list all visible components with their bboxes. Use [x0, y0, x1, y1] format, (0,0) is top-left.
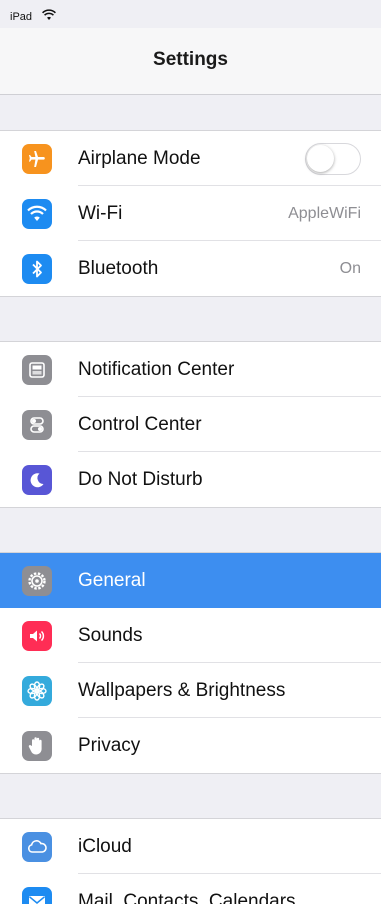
flower-icon: [22, 676, 52, 706]
control-center-icon: [22, 410, 52, 440]
settings-row-wifi[interactable]: Wi-Fi AppleWiFi: [0, 186, 381, 241]
cloud-icon: [22, 832, 52, 862]
settings-group-connectivity: Airplane Mode Wi-Fi AppleWiFi Bluetooth …: [0, 130, 381, 297]
hand-icon: [22, 731, 52, 761]
wifi-icon: [42, 9, 56, 20]
wallpapers-brightness-label: Wallpapers & Brightness: [78, 680, 286, 701]
settings-row-airplane-mode[interactable]: Airplane Mode: [0, 131, 381, 186]
general-label: General: [78, 570, 146, 591]
settings-screen: iPad Settings Airplane Mode Wi-Fi AppleW…: [0, 0, 381, 904]
do-not-disturb-label: Do Not Disturb: [78, 469, 203, 490]
airplane-icon: [22, 144, 52, 174]
control-center-label: Control Center: [78, 414, 202, 435]
settings-row-privacy[interactable]: Privacy: [0, 718, 381, 773]
carrier-label: iPad: [10, 11, 33, 23]
wifi-icon: [22, 199, 52, 229]
settings-row-icloud[interactable]: iCloud: [0, 819, 381, 874]
page-title: Settings: [153, 49, 228, 70]
settings-row-sounds[interactable]: Sounds: [0, 608, 381, 663]
mail-icon: [22, 887, 52, 904]
wifi-label: Wi-Fi: [78, 203, 123, 224]
icloud-label: iCloud: [78, 836, 132, 857]
settings-row-general[interactable]: General: [0, 553, 381, 608]
speaker-icon: [22, 621, 52, 651]
settings-row-control-center[interactable]: Control Center: [0, 397, 381, 452]
privacy-label: Privacy: [78, 735, 141, 756]
navigation-bar: Settings: [0, 28, 381, 95]
settings-row-wallpapers-brightness[interactable]: Wallpapers & Brightness: [0, 663, 381, 718]
settings-group-general: General Sounds Wallpapers & Brightness P…: [0, 552, 381, 774]
settings-row-do-not-disturb[interactable]: Do Not Disturb: [0, 452, 381, 507]
mail-contacts-calendars-label: Mail, Contacts, Calendars: [78, 891, 296, 904]
gear-icon: [22, 566, 52, 596]
bluetooth-status-value: On: [339, 260, 361, 277]
bluetooth-icon: [22, 254, 52, 284]
settings-row-bluetooth[interactable]: Bluetooth On: [0, 241, 381, 296]
airplane-mode-label: Airplane Mode: [78, 148, 201, 169]
settings-group-accounts: iCloud Mail, Contacts, Calendars: [0, 818, 381, 904]
settings-row-notification-center[interactable]: Notification Center: [0, 342, 381, 397]
moon-icon: [22, 465, 52, 495]
settings-row-mail-contacts-calendars[interactable]: Mail, Contacts, Calendars: [0, 874, 381, 904]
bluetooth-label: Bluetooth: [78, 258, 159, 279]
airplane-mode-toggle[interactable]: [305, 143, 361, 175]
notification-center-icon: [22, 355, 52, 385]
settings-group-notifications: Notification Center Control Center Do No…: [0, 341, 381, 508]
toggle-knob: [307, 145, 334, 172]
wifi-network-value: AppleWiFi: [288, 205, 361, 222]
notification-center-label: Notification Center: [78, 359, 235, 380]
sounds-label: Sounds: [78, 625, 143, 646]
status-bar: iPad: [0, 0, 381, 28]
